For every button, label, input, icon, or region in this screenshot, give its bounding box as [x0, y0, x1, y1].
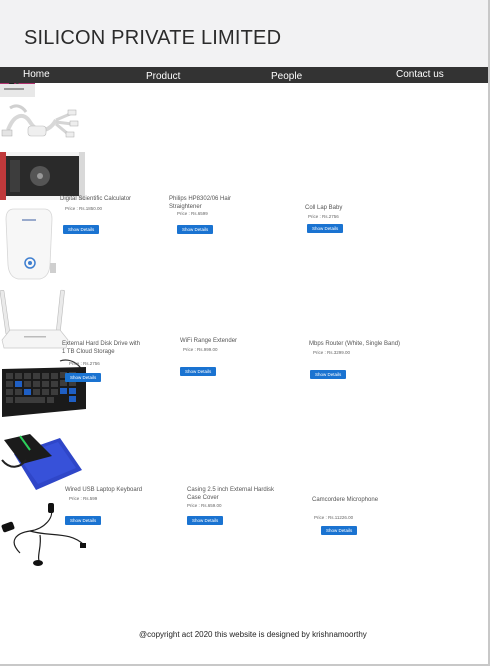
product-name: External Hard Disk Drive with 1 TB Cloud… — [62, 341, 141, 355]
microphone-image — [1, 503, 86, 566]
nav-home-link[interactable]: Home — [23, 69, 50, 81]
product-price: Price : Rs.2756 — [308, 214, 339, 219]
wifi-extender-image — [5, 208, 56, 280]
product-name: Casing 2.5 inch External Hardisk Case Co… — [187, 487, 275, 501]
show-details-button[interactable]: Show Details — [65, 373, 101, 382]
product-price: Price : Rs.6599 — [177, 211, 208, 216]
product-price: Price : Rs.1850.00 — [65, 206, 103, 211]
product-price: Price : Rs.599 — [69, 496, 98, 501]
site-title: SILICON PRIVATE LIMITED — [24, 27, 282, 49]
product-price: Price : Rs.999.00 — [183, 347, 218, 352]
show-details-button[interactable]: Show Details — [65, 516, 101, 525]
product-price: Price : Rs.659.00 — [187, 503, 222, 508]
hard-disk-image — [0, 152, 85, 200]
product-name: WiFi Range Extender — [180, 338, 238, 344]
nav-product-link[interactable]: Product — [146, 71, 180, 83]
show-details-button[interactable]: Show Details — [187, 516, 223, 525]
router-image — [0, 289, 69, 349]
site-header: SILICON PRIVATE LIMITED — [0, 0, 488, 67]
show-details-button[interactable]: Show Details — [321, 526, 357, 535]
product-name: Wired USB Laptop Keyboard — [65, 487, 143, 493]
product-name: Philips HP8302/06 Hair Straightener — [169, 196, 232, 210]
product-name: Mbps Router (White, Single Band) — [309, 341, 401, 347]
product-price: Price : Rs.3299.00 — [313, 350, 351, 355]
product-card-cable: Coll Lap Baby Price : Rs.2756 Show Detai… — [0, 102, 490, 233]
site-footer: @copyright act 2020 this website is desi… — [139, 630, 367, 639]
show-details-button[interactable]: Show Details — [310, 370, 346, 379]
cable-image — [1, 104, 79, 138]
product-price: Price : Rs.11226.00 — [314, 515, 354, 520]
product-name: Coll Lap Baby — [305, 205, 343, 211]
product-card-keyboard: Wired USB Laptop Keyboard Price : Rs.599… — [0, 359, 490, 525]
show-details-button[interactable]: Show Details — [177, 225, 213, 234]
product-name: Digital Scientific Calculator — [60, 196, 132, 202]
product-card-wifi-extender: WiFi Range Extender Price : Rs.999.00 Sh… — [0, 205, 490, 376]
show-details-button[interactable]: Show Details — [307, 224, 343, 233]
show-details-button[interactable]: Show Details — [63, 225, 99, 234]
show-details-button[interactable]: Show Details — [180, 367, 216, 376]
product-price: Price : Rs.2756 — [69, 361, 100, 366]
product-card-microphone: Camcordere Microphone Price : Rs.11226.0… — [0, 497, 490, 572]
main-navbar: Home Product People Contact us — [0, 67, 488, 83]
keyboard-image — [2, 359, 86, 417]
nav-contact-link[interactable]: Contact us — [396, 69, 444, 81]
product-name: Camcordere Microphone — [312, 497, 379, 503]
nav-people-link[interactable]: People — [271, 71, 302, 83]
